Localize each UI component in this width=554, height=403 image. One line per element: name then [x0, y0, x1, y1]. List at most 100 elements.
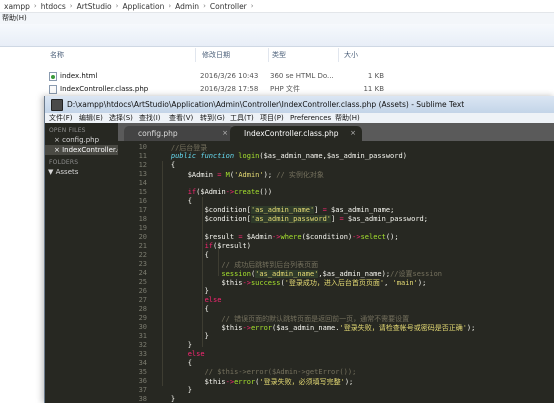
- chevron-right-icon: ›: [203, 2, 206, 10]
- column-header-row: 名称 修改日期 类型 大小: [0, 47, 554, 63]
- triangle-down-icon: ▼: [48, 168, 54, 176]
- folders-header: FOLDERS: [49, 159, 79, 166]
- chevron-right-icon: ›: [250, 2, 254, 10]
- tab-indexcontroller[interactable]: IndexController.class.php ×: [230, 126, 362, 141]
- column-type[interactable]: 类型: [272, 50, 286, 60]
- line-number: 15: [138, 188, 147, 196]
- close-icon[interactable]: ×: [222, 126, 228, 141]
- close-icon[interactable]: ×: [350, 126, 356, 141]
- line-number: 37: [138, 386, 147, 394]
- line-number: 31: [138, 332, 147, 340]
- menu-help[interactable]: 帮助(H): [335, 113, 360, 123]
- line-number: 16: [138, 197, 147, 205]
- line-number: 26: [138, 287, 147, 295]
- code-line: {: [154, 251, 209, 259]
- code-line: $result = $Admin->where($condition)->sel…: [204, 233, 399, 241]
- menu-view[interactable]: 查看(V): [169, 113, 193, 123]
- address-bar[interactable]: xampp › htdocs › ArtStudio › Application › A…: [0, 0, 554, 13]
- explorer-menu-bar: 帮助(H): [0, 13, 554, 24]
- open-files-header: OPEN FILES: [49, 127, 86, 134]
- chevron-right-icon: ›: [168, 2, 172, 10]
- code-line: // $this->error($Admin->getError());: [154, 368, 357, 376]
- column-size[interactable]: 大小: [344, 50, 358, 60]
- explorer-toolbar: [0, 24, 554, 47]
- line-number: 20: [138, 233, 147, 241]
- code-line: {: [154, 305, 209, 313]
- line-number: 11: [138, 152, 147, 160]
- line-number: 35: [138, 368, 147, 376]
- line-number: 25: [138, 278, 147, 286]
- code-editor[interactable]: //后台登录 public function login($as_admin_n…: [150, 141, 554, 403]
- html-file-icon: [49, 71, 57, 81]
- code-line: }: [154, 287, 209, 295]
- line-number: 23: [138, 260, 147, 268]
- menu-preferences[interactable]: Preferences: [290, 113, 331, 123]
- code-line: {: [154, 359, 192, 367]
- menu-tools[interactable]: 工具(T): [230, 113, 254, 123]
- sidebar-folder[interactable]: ▼ Assets: [45, 167, 118, 177]
- column-divider[interactable]: [195, 48, 196, 62]
- tab-config[interactable]: config.php ×: [124, 126, 234, 141]
- breadcrumb-item[interactable]: ArtStudio: [77, 2, 112, 11]
- code-line: }: [154, 386, 192, 394]
- line-number-gutter: 10 11 12 13 14 15 16 17 18 19 20 21 22 2…: [118, 141, 150, 403]
- column-name[interactable]: 名称: [50, 50, 64, 60]
- file-name: IndexController.class.php: [60, 85, 149, 93]
- menu-selection[interactable]: 选择(S): [109, 113, 133, 123]
- code-line: $condition['as_admin_name'] = $as_admin_…: [204, 206, 395, 214]
- breadcrumb-item[interactable]: xampp: [4, 2, 30, 11]
- breadcrumb-item[interactable]: htdocs: [41, 2, 66, 11]
- menu-help[interactable]: 帮助(H): [2, 14, 27, 22]
- line-number: 17: [138, 206, 147, 214]
- line-number: 29: [138, 314, 147, 322]
- column-divider[interactable]: [338, 48, 339, 62]
- code-line: if($result): [204, 242, 251, 250]
- file-size: 1 KB: [367, 72, 384, 80]
- breadcrumb-item[interactable]: Controller: [210, 2, 247, 11]
- chevron-right-icon: ›: [69, 2, 73, 10]
- file-row[interactable]: IndexController.class.php 2016/3/28 17:5…: [0, 83, 390, 95]
- code-line: else: [187, 350, 205, 358]
- menu-edit[interactable]: 编辑(E): [79, 113, 103, 123]
- file-type: PHP 文件: [270, 85, 300, 93]
- menu-project[interactable]: 项目(P): [260, 113, 284, 123]
- sublime-titlebar[interactable]: D:\xampp\htdocs\ArtStudio\Application\Ad…: [45, 96, 554, 113]
- chevron-right-icon: ›: [115, 2, 119, 10]
- line-number: 28: [138, 305, 147, 313]
- code-line: {: [154, 197, 192, 205]
- line-number: 33: [138, 350, 147, 358]
- code-line: {: [154, 161, 176, 169]
- line-number: 32: [138, 341, 147, 349]
- file-name: index.html: [60, 72, 98, 80]
- file-row[interactable]: index.html 2016/3/26 10:43 360 se HTML D…: [0, 70, 390, 82]
- menu-find[interactable]: 查找(I): [139, 113, 161, 123]
- line-number: 18: [138, 215, 147, 223]
- column-divider[interactable]: [268, 48, 269, 62]
- line-number: 38: [138, 395, 147, 403]
- line-number: 14: [138, 179, 147, 187]
- file-date: 2016/3/26 10:43: [200, 72, 259, 80]
- line-number: 10: [138, 143, 147, 151]
- file-type: 360 se HTML Do...: [270, 72, 334, 80]
- sidebar-open-file[interactable]: × config.php: [45, 135, 118, 145]
- line-number: 30: [138, 323, 147, 331]
- code-line: }: [154, 332, 209, 340]
- menu-file[interactable]: 文件(F): [49, 113, 73, 123]
- breadcrumb-item[interactable]: Admin: [175, 2, 199, 11]
- sublime-app-icon: [51, 98, 63, 111]
- window-title: D:\xampp\htdocs\ArtStudio\Application\Ad…: [67, 100, 465, 109]
- code-line: else: [204, 296, 222, 304]
- code-line: if($Admin->create()): [187, 188, 273, 196]
- menu-goto[interactable]: 转到(G): [200, 113, 225, 123]
- php-file-icon: [49, 84, 57, 94]
- line-number: 21: [138, 242, 147, 250]
- file-size: 11 KB: [363, 85, 384, 93]
- line-number: 12: [138, 161, 147, 169]
- code-line: $Admin = M('Admin'); // 实例化对象: [187, 171, 324, 179]
- sidebar-open-file-active[interactable]: × IndexController.class.php: [45, 145, 118, 155]
- breadcrumb-item[interactable]: Application: [122, 2, 164, 11]
- line-number: 27: [138, 296, 147, 304]
- line-number: 22: [138, 251, 147, 259]
- code-line: }: [154, 395, 176, 403]
- column-date[interactable]: 修改日期: [202, 50, 230, 60]
